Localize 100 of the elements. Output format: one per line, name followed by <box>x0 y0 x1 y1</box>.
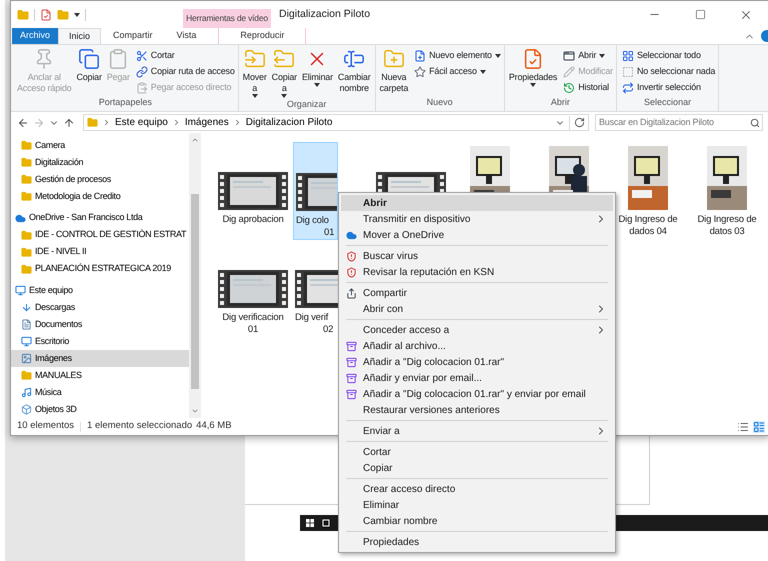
nav-item[interactable]: Escritorio <box>11 333 189 350</box>
ribbon-small-button[interactable]: Historial <box>563 80 613 95</box>
menu-item[interactable]: Añadir a "Dig colocacion 01.rar" <box>341 354 613 370</box>
file-name: Dig verif 02 <box>294 312 334 336</box>
nav-item[interactable]: Música <box>11 384 189 402</box>
file-name: Dig Ingreso de dados 04 <box>618 214 678 238</box>
file-tile[interactable]: Dig Ingreso de datos 03 <box>688 142 766 240</box>
menu-item[interactable]: Revisar la reputación en KSN <box>341 264 613 280</box>
context-tab-group: Herramientas de vídeo <box>183 9 271 28</box>
menu-item[interactable]: Añadir y enviar por email... <box>341 370 613 386</box>
back-icon[interactable] <box>17 116 29 128</box>
nav-item[interactable]: Camera <box>11 137 189 154</box>
invert-icon <box>622 82 634 94</box>
breadcrumb[interactable]: Digitalizacion Piloto <box>246 115 332 130</box>
ribbon-small-button[interactable]: Seleccionar todo <box>622 48 716 63</box>
ribbon-small-button[interactable]: No seleccionar nada <box>622 64 716 79</box>
file-tile[interactable]: Dig verificacion 01 <box>214 240 292 338</box>
task-view-icon <box>322 519 330 527</box>
menu-item[interactable]: Compartir <box>341 285 613 301</box>
nav-item[interactable]: Objetos 3D <box>11 401 189 418</box>
ribbon-tab[interactable]: Vista <box>164 28 208 44</box>
breadcrumb[interactable]: Este equipo <box>115 115 168 130</box>
nav-item[interactable]: Digitalización <box>11 154 189 171</box>
star-icon <box>414 66 426 78</box>
refresh-icon[interactable] <box>574 117 585 128</box>
shield-icon <box>346 266 356 278</box>
link-icon <box>136 66 148 78</box>
cloud-icon <box>15 212 26 224</box>
menu-item[interactable]: Enviar a <box>341 423 613 439</box>
caret-icon <box>281 94 288 98</box>
folder-icon <box>21 370 32 382</box>
file-tile[interactable]: Dig colo 01 <box>293 142 338 240</box>
nav-item[interactable]: Descargas <box>11 299 189 316</box>
address-bar[interactable]: Este equipo Imágenes Digitalizacion Piloto <box>83 114 589 131</box>
scrollbar[interactable] <box>189 133 201 418</box>
ribbon-small-button[interactable]: Copiar ruta de acceso <box>136 64 235 79</box>
menu-item[interactable]: Propiedades <box>341 534 613 550</box>
search-icon[interactable] <box>750 118 760 128</box>
folder-icon <box>21 246 32 258</box>
group-title: Seleccionar <box>643 96 692 108</box>
nav-item[interactable]: Imágenes <box>11 350 189 368</box>
menu-item[interactable]: Crear acceso directo <box>341 481 613 497</box>
menu-item[interactable]: Restaurar versiones anteriores <box>341 402 613 418</box>
properties-icon[interactable] <box>40 8 52 20</box>
menu-item[interactable]: Copiar <box>341 460 613 476</box>
up-icon[interactable] <box>63 116 75 128</box>
nav-item[interactable]: IDE - NIVEL II <box>11 244 189 261</box>
cloud-icon <box>346 230 356 240</box>
ribbon-button[interactable]: Copiar <box>75 48 103 83</box>
menu-item[interactable]: Añadir a "Dig colocacion 01.rar" y enviar por email <box>341 386 613 402</box>
search-field[interactable]: Buscar en Digitalizacion Piloto <box>595 114 763 131</box>
scroll-down-icon[interactable] <box>191 407 199 415</box>
ribbon-button[interactable]: Mover a <box>242 48 268 98</box>
file-tile[interactable]: Dig aprobacion <box>214 142 292 240</box>
nav-item[interactable]: Documentos <box>11 316 189 334</box>
ribbon-small-button[interactable]: Fácil acceso <box>414 64 501 79</box>
ribbon-tab[interactable]: Archivo <box>12 28 58 44</box>
nav-item[interactable]: MANUALES <box>11 367 189 384</box>
folder-icon <box>21 264 32 275</box>
folder-icon <box>21 190 32 202</box>
ribbon-small-button[interactable]: Abrir <box>563 48 613 63</box>
ribbon-small-button[interactable]: Cortar <box>136 48 235 63</box>
folder-copy-icon <box>273 48 296 70</box>
nav-item[interactable]: Metodologia de Credito <box>11 188 189 205</box>
nav-item[interactable]: OneDrive - San Francisco Ltda <box>11 210 189 227</box>
nav-item[interactable]: Este equipo <box>11 282 189 300</box>
scroll-up-icon[interactable] <box>191 136 199 144</box>
ribbon-tab[interactable]: Compartir <box>101 28 165 44</box>
nav-item[interactable]: Gestión de procesos <box>11 170 189 188</box>
menu-item[interactable]: Cortar <box>341 444 613 460</box>
archive-icon <box>346 340 356 352</box>
history-icon <box>563 82 576 94</box>
menu-item[interactable]: Conceder acceso a <box>341 322 613 338</box>
folder-arrow-icon <box>244 48 266 70</box>
ribbon-tab[interactable]: Inicio <box>58 28 102 44</box>
caret-icon <box>74 12 80 16</box>
cube-icon <box>21 404 32 416</box>
ribbon-button[interactable]: Cambiar nombre <box>336 48 372 94</box>
caret-icon <box>530 83 536 87</box>
menu-item[interactable]: Buscar virus <box>341 248 613 264</box>
large-icons-view-icon[interactable] <box>753 420 765 432</box>
caret-icon <box>494 54 501 58</box>
menu-item[interactable]: Abrir <box>341 195 613 211</box>
nav-item[interactable]: IDE - CONTROL DE GESTIÒN ESTRAT <box>11 226 189 244</box>
caret-icon <box>314 83 320 87</box>
menu-item[interactable]: Abrir con <box>341 301 613 317</box>
menu-item[interactable]: Eliminar <box>341 497 613 513</box>
menu-item[interactable]: Cambiar nombre <box>341 513 613 529</box>
breadcrumb[interactable]: Imágenes <box>184 115 229 130</box>
ribbon-button[interactable]: Propiedades <box>508 48 558 87</box>
ribbon-button[interactable]: Eliminar <box>300 48 334 87</box>
menu-item[interactable]: Añadir al archivo... <box>341 338 613 354</box>
ribbon-button[interactable]: Copiar a <box>270 48 298 98</box>
ribbon-small-button[interactable]: Invertir selección <box>622 80 716 95</box>
ribbon-small-button[interactable]: Nuevo elemento <box>414 48 501 63</box>
nav-item[interactable]: PLANEACIÓN ESTRATEGICA 2019 <box>11 260 189 278</box>
ribbon-button[interactable]: Nueva carpeta <box>378 48 410 94</box>
document-icon <box>21 319 32 330</box>
chevron-icon[interactable] <box>102 118 111 127</box>
folder-icon <box>21 174 32 185</box>
